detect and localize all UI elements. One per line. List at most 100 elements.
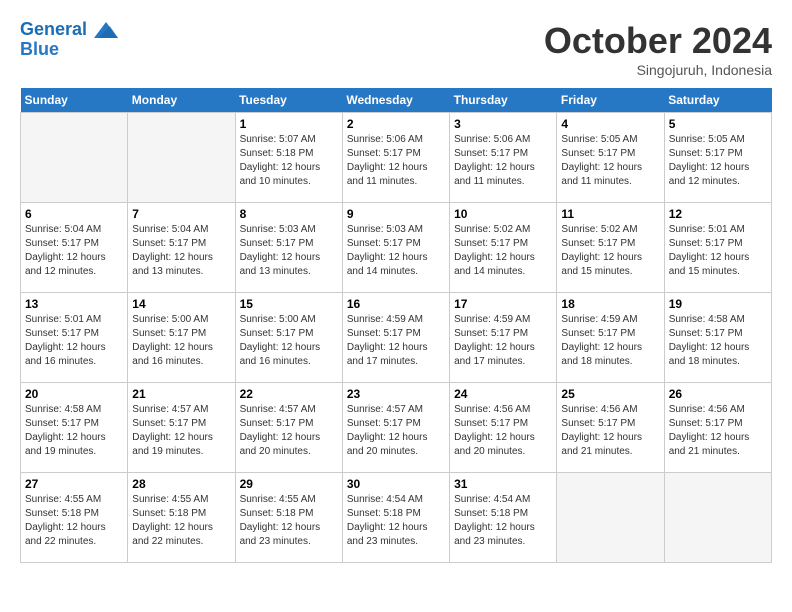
calendar-cell: 25 Sunrise: 4:56 AMSunset: 5:17 PMDayligh… (557, 383, 664, 473)
day-info: Sunrise: 4:59 AMSunset: 5:17 PMDaylight:… (454, 313, 552, 369)
month-title: October 2024 (544, 20, 772, 62)
calendar-cell: 5 Sunrise: 5:05 AMSunset: 5:17 PMDaylight… (664, 113, 771, 203)
page-header: General Blue October 2024 Singojuruh, In… (20, 20, 772, 78)
day-info: Sunrise: 5:03 AMSunset: 5:17 PMDaylight:… (240, 223, 338, 279)
day-number: 26 (669, 387, 767, 401)
calendar-week-3: 13 Sunrise: 5:01 AMSunset: 5:17 PMDayligh… (21, 293, 772, 383)
calendar-cell: 12Sunrise: 5:01 AMSunset: 5:17 PMDayligh… (664, 203, 771, 293)
day-number: 27 (25, 477, 123, 491)
calendar-cell: 10Sunrise: 5:02 AMSunset: 5:17 PMDayligh… (450, 203, 557, 293)
day-number: 25 (561, 387, 659, 401)
calendar-cell: 29Sunrise: 4:55 AMSunset: 5:18 PMDayligh… (235, 473, 342, 563)
day-info: Sunrise: 4:57 AMSunset: 5:17 PMDaylight:… (132, 403, 230, 459)
day-info: Sunrise: 4:55 AMSunset: 5:18 PMDaylight:… (132, 493, 230, 549)
day-info: Sunrise: 5:06 AMSunset: 5:17 PMDaylight:… (454, 133, 552, 189)
logo-blue: Blue (20, 39, 59, 59)
calendar-week-4: 20 Sunrise: 4:58 AMSunset: 5:17 PMDayligh… (21, 383, 772, 473)
day-info: Sunrise: 5:04 AMSunset: 5:17 PMDaylight:… (132, 223, 230, 279)
calendar-cell: 14 Sunrise: 5:00 AMSunset: 5:17 PMDayligh… (128, 293, 235, 383)
calendar-cell: 19 Sunrise: 4:58 AMSunset: 5:17 PMDayligh… (664, 293, 771, 383)
calendar-cell: 23 Sunrise: 4:57 AMSunset: 5:17 PMDayligh… (342, 383, 449, 473)
calendar-cell (557, 473, 664, 563)
calendar-cell: 3 Sunrise: 5:06 AMSunset: 5:17 PMDaylight… (450, 113, 557, 203)
calendar-cell: 13 Sunrise: 5:01 AMSunset: 5:17 PMDayligh… (21, 293, 128, 383)
day-number: 19 (669, 297, 767, 311)
day-number: 1 (240, 117, 338, 131)
calendar-cell: 4Sunrise: 5:05 AMSunset: 5:17 PMDaylight… (557, 113, 664, 203)
day-info: Sunrise: 4:58 AMSunset: 5:17 PMDaylight:… (669, 313, 767, 369)
day-number: 14 (132, 297, 230, 311)
day-info: Sunrise: 4:58 AMSunset: 5:17 PMDaylight:… (25, 403, 123, 459)
calendar-cell: 2 Sunrise: 5:06 AMSunset: 5:17 PMDaylight… (342, 113, 449, 203)
calendar-cell: 28 Sunrise: 4:55 AMSunset: 5:18 PMDayligh… (128, 473, 235, 563)
calendar-cell: 27 Sunrise: 4:55 AMSunset: 5:18 PMDayligh… (21, 473, 128, 563)
day-number: 5 (669, 117, 767, 131)
calendar-cell: 17 Sunrise: 4:59 AMSunset: 5:17 PMDayligh… (450, 293, 557, 383)
day-info: Sunrise: 5:05 AMSunset: 5:17 PMDaylight:… (669, 133, 767, 189)
weekday-header-row: SundayMondayTuesdayWednesdayThursdayFrid… (21, 88, 772, 113)
calendar-cell: 21 Sunrise: 4:57 AMSunset: 5:17 PMDayligh… (128, 383, 235, 473)
weekday-header-thursday: Thursday (450, 88, 557, 113)
day-number: 23 (347, 387, 445, 401)
day-number: 12 (669, 207, 767, 221)
day-info: Sunrise: 4:56 AMSunset: 5:17 PMDaylight:… (669, 403, 767, 459)
day-info: Sunrise: 4:57 AMSunset: 5:17 PMDaylight:… (240, 403, 338, 459)
weekday-header-tuesday: Tuesday (235, 88, 342, 113)
day-info: Sunrise: 4:59 AMSunset: 5:17 PMDaylight:… (561, 313, 659, 369)
calendar-cell: 9 Sunrise: 5:03 AMSunset: 5:17 PMDaylight… (342, 203, 449, 293)
day-number: 31 (454, 477, 552, 491)
calendar-cell: 1 Sunrise: 5:07 AMSunset: 5:18 PMDaylight… (235, 113, 342, 203)
day-number: 20 (25, 387, 123, 401)
weekday-header-monday: Monday (128, 88, 235, 113)
day-info: Sunrise: 4:55 AMSunset: 5:18 PMDaylight:… (25, 493, 123, 549)
day-info: Sunrise: 5:07 AMSunset: 5:18 PMDaylight:… (240, 133, 338, 189)
day-info: Sunrise: 4:54 AMSunset: 5:18 PMDaylight:… (347, 493, 445, 549)
day-number: 30 (347, 477, 445, 491)
calendar-cell (21, 113, 128, 203)
calendar-cell: 31 Sunrise: 4:54 AMSunset: 5:18 PMDayligh… (450, 473, 557, 563)
calendar-cell: 18 Sunrise: 4:59 AMSunset: 5:17 PMDayligh… (557, 293, 664, 383)
day-info: Sunrise: 4:56 AMSunset: 5:17 PMDaylight:… (561, 403, 659, 459)
weekday-header-sunday: Sunday (21, 88, 128, 113)
logo: General Blue (20, 20, 118, 60)
day-info: Sunrise: 5:03 AMSunset: 5:17 PMDaylight:… (347, 223, 445, 279)
day-number: 29 (240, 477, 338, 491)
day-number: 9 (347, 207, 445, 221)
day-info: Sunrise: 4:57 AMSunset: 5:17 PMDaylight:… (347, 403, 445, 459)
calendar-cell: 26 Sunrise: 4:56 AMSunset: 5:17 PMDayligh… (664, 383, 771, 473)
calendar-table: SundayMondayTuesdayWednesdayThursdayFrid… (20, 88, 772, 563)
day-info: Sunrise: 5:01 AMSunset: 5:17 PMDaylight:… (25, 313, 123, 369)
day-number: 11 (561, 207, 659, 221)
day-number: 21 (132, 387, 230, 401)
calendar-cell: 22Sunrise: 4:57 AMSunset: 5:17 PMDayligh… (235, 383, 342, 473)
day-info: Sunrise: 4:59 AMSunset: 5:17 PMDaylight:… (347, 313, 445, 369)
location-subtitle: Singojuruh, Indonesia (544, 62, 772, 78)
day-number: 18 (561, 297, 659, 311)
calendar-cell: 30 Sunrise: 4:54 AMSunset: 5:18 PMDayligh… (342, 473, 449, 563)
day-info: Sunrise: 5:04 AMSunset: 5:17 PMDaylight:… (25, 223, 123, 279)
day-number: 16 (347, 297, 445, 311)
day-info: Sunrise: 5:00 AMSunset: 5:17 PMDaylight:… (240, 313, 338, 369)
weekday-header-friday: Friday (557, 88, 664, 113)
day-info: Sunrise: 5:00 AMSunset: 5:17 PMDaylight:… (132, 313, 230, 369)
day-number: 28 (132, 477, 230, 491)
day-info: Sunrise: 5:06 AMSunset: 5:17 PMDaylight:… (347, 133, 445, 189)
calendar-cell: 15Sunrise: 5:00 AMSunset: 5:17 PMDayligh… (235, 293, 342, 383)
calendar-cell: 8 Sunrise: 5:03 AMSunset: 5:17 PMDaylight… (235, 203, 342, 293)
day-number: 8 (240, 207, 338, 221)
day-info: Sunrise: 5:02 AMSunset: 5:17 PMDaylight:… (454, 223, 552, 279)
calendar-cell (664, 473, 771, 563)
day-number: 2 (347, 117, 445, 131)
day-number: 17 (454, 297, 552, 311)
day-number: 3 (454, 117, 552, 131)
calendar-week-5: 27 Sunrise: 4:55 AMSunset: 5:18 PMDayligh… (21, 473, 772, 563)
calendar-cell: 6Sunrise: 5:04 AMSunset: 5:17 PMDaylight… (21, 203, 128, 293)
calendar-cell: 11Sunrise: 5:02 AMSunset: 5:17 PMDayligh… (557, 203, 664, 293)
calendar-week-2: 6Sunrise: 5:04 AMSunset: 5:17 PMDaylight… (21, 203, 772, 293)
calendar-cell: 24 Sunrise: 4:56 AMSunset: 5:17 PMDayligh… (450, 383, 557, 473)
day-number: 4 (561, 117, 659, 131)
day-number: 24 (454, 387, 552, 401)
day-info: Sunrise: 4:54 AMSunset: 5:18 PMDaylight:… (454, 493, 552, 549)
day-info: Sunrise: 4:56 AMSunset: 5:17 PMDaylight:… (454, 403, 552, 459)
day-number: 13 (25, 297, 123, 311)
